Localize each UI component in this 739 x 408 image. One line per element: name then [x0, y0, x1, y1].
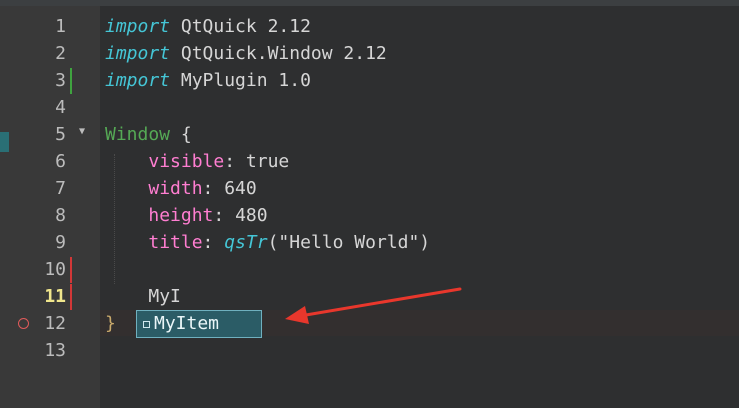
arrow-head — [285, 306, 309, 324]
code-editor[interactable]: 1 2 3 4 5 6 7 8 9 10 11 12 13 ▼ import Q… — [0, 0, 739, 408]
annotation-arrow-icon — [285, 287, 462, 324]
arrow-shaft — [298, 287, 462, 318]
